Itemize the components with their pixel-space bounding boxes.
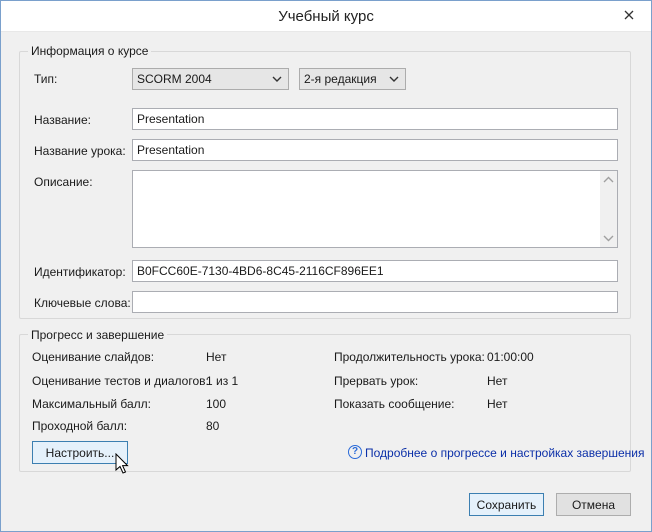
save-button[interactable]: Сохранить [469, 493, 544, 516]
name-input[interactable]: Presentation [132, 108, 618, 130]
passing-score-label: Проходной балл: [32, 419, 128, 433]
progress-legend: Прогресс и завершение [28, 328, 168, 342]
max-score-label: Максимальный балл: [32, 397, 151, 411]
description-scrollbar[interactable] [600, 171, 617, 247]
interrupt-lesson-value: Нет [487, 374, 508, 388]
lesson-duration-value: 01:00:00 [487, 350, 534, 364]
tests-scoring-value: 1 из 1 [206, 374, 239, 388]
edition-select[interactable]: 2-я редакция [299, 68, 406, 90]
max-score-value: 100 [206, 397, 227, 411]
lesson-name-input[interactable]: Presentation [132, 139, 618, 161]
help-circle-icon: ? [348, 445, 362, 459]
keywords-label: Ключевые слова: [34, 296, 131, 310]
edition-select-value: 2-я редакция [304, 72, 377, 86]
slides-scoring-value: Нет [206, 350, 227, 364]
close-button[interactable] [615, 5, 643, 25]
chevron-down-icon [272, 76, 282, 82]
lesson-duration-label: Продолжительность урока: [334, 350, 485, 364]
scroll-down-icon[interactable] [603, 235, 614, 242]
dialog-title: Учебный курс [278, 8, 374, 25]
show-message-label: Показать сообщение: [334, 397, 455, 411]
course-info-legend: Информация о курсе [28, 44, 152, 58]
interrupt-lesson-label: Прервать урок: [334, 374, 419, 388]
slides-scoring-label: Оценивание слайдов: [32, 350, 155, 364]
description-label: Описание: [34, 175, 93, 189]
progress-help-link[interactable]: ? Подробнее о прогрессе и настройках зав… [348, 445, 644, 462]
identifier-input[interactable]: B0FCC60E-7130-4BD6-8C45-2116CF896EE1 [132, 260, 618, 282]
configure-button[interactable]: Настроить... [32, 441, 128, 464]
keywords-input[interactable] [132, 291, 618, 313]
description-textarea[interactable] [132, 170, 618, 248]
passing-score-value: 80 [206, 419, 220, 433]
name-label: Название: [34, 113, 91, 127]
scroll-up-icon[interactable] [603, 176, 614, 183]
type-label: Тип: [34, 72, 58, 86]
mouse-pointer-icon [115, 453, 129, 474]
type-select[interactable]: SCORM 2004 [132, 68, 289, 90]
close-icon [624, 10, 634, 20]
tests-scoring-label: Оценивание тестов и диалогов: [32, 374, 209, 388]
show-message-value: Нет [487, 397, 508, 411]
identifier-label: Идентификатор: [34, 265, 126, 279]
help-link-text[interactable]: Подробнее о прогрессе и настройках завер… [365, 446, 644, 460]
title-bar: Учебный курс [1, 1, 651, 32]
course-dialog: Учебный курс Информация о курсе Тип: SCO… [0, 0, 652, 532]
type-select-value: SCORM 2004 [137, 72, 212, 86]
chevron-down-icon [389, 76, 399, 82]
cancel-button[interactable]: Отмена [556, 493, 631, 516]
lesson-name-label: Название урока: [34, 144, 126, 158]
